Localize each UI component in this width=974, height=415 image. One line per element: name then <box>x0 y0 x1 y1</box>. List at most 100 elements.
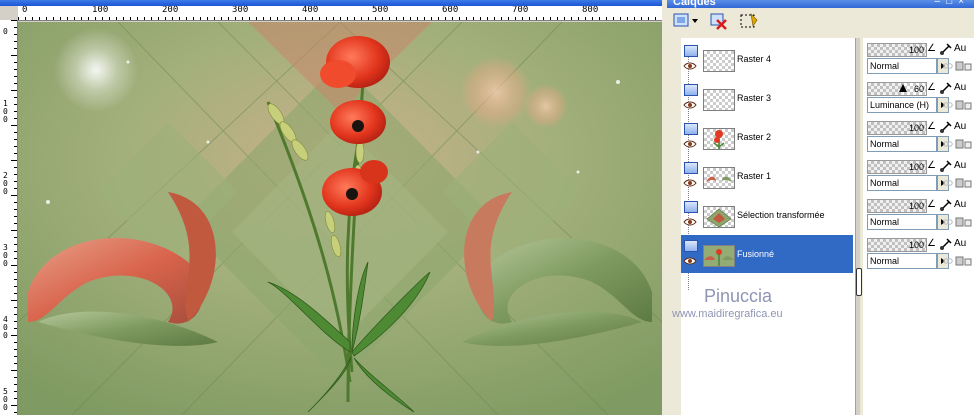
link-icon[interactable] <box>943 218 953 226</box>
layer-type-icon[interactable] <box>684 240 698 252</box>
blend-mode-select[interactable]: Normal <box>867 175 937 191</box>
link-icon[interactable] <box>943 179 953 187</box>
layer-type-icon[interactable] <box>684 162 698 174</box>
ruler-tick <box>11 230 17 231</box>
layer-row[interactable]: Raster 1 <box>681 157 853 195</box>
ruler-tick <box>438 17 439 20</box>
ruler-tick <box>599 17 600 20</box>
layer-row[interactable]: Raster 3 <box>681 79 853 117</box>
brush-icon[interactable] <box>939 42 953 56</box>
ruler-tick <box>14 76 17 77</box>
brush-icon[interactable] <box>939 198 953 212</box>
layer-row[interactable]: Sélection transformée <box>681 196 853 234</box>
layer-thumbnail[interactable] <box>703 50 735 72</box>
ruler-tick <box>165 17 166 20</box>
ruler-tick <box>403 17 404 20</box>
layer-thumbnail[interactable] <box>703 206 735 228</box>
layer-type-icon[interactable] <box>684 45 698 57</box>
au-label: Au <box>954 43 967 54</box>
ruler-tick <box>11 125 17 126</box>
opacity-knob[interactable] <box>899 84 907 92</box>
opacity-slider[interactable]: 60 <box>867 82 927 96</box>
lock-icon[interactable] <box>955 177 973 189</box>
ruler-label-h: 300 <box>232 6 249 15</box>
ruler-tick <box>291 17 292 20</box>
ruler-label-v: 300 <box>3 243 8 268</box>
mask-selection-icon[interactable] <box>739 12 759 30</box>
layer-name[interactable]: Raster 4 <box>737 54 771 64</box>
ruler-tick <box>14 181 17 182</box>
link-icon[interactable] <box>943 257 953 265</box>
blend-mode-select[interactable]: Normal <box>867 58 937 74</box>
blend-mode-select[interactable]: Normal <box>867 214 937 230</box>
ruler-tick <box>466 17 467 20</box>
opacity-slider[interactable]: 100 <box>867 43 927 57</box>
ruler-tick <box>14 328 17 329</box>
layer-thumbnail[interactable] <box>703 89 735 111</box>
ruler-tick <box>11 55 17 56</box>
ruler-tick <box>14 279 17 280</box>
ruler-tick <box>522 17 523 20</box>
opacity-slider[interactable]: 100 <box>867 121 927 135</box>
image-canvas[interactable] <box>18 22 662 415</box>
eye-icon[interactable] <box>683 101 697 109</box>
eye-icon[interactable] <box>683 257 697 265</box>
blend-mode-select[interactable]: Normal <box>867 253 937 269</box>
panel-titlebar[interactable]: Calques –□× <box>667 0 974 8</box>
layer-type-icon[interactable] <box>684 123 698 135</box>
ruler-tick <box>14 398 17 399</box>
brush-icon[interactable] <box>939 120 953 134</box>
layer-row[interactable]: Fusionné <box>681 235 853 273</box>
layer-name[interactable]: Sélection transformée <box>737 210 825 220</box>
ruler-tick <box>172 17 173 20</box>
layer-name[interactable]: Raster 3 <box>737 93 771 103</box>
layer-row[interactable]: Raster 4 <box>681 40 853 78</box>
link-icon[interactable] <box>943 101 953 109</box>
brush-icon[interactable] <box>939 81 953 95</box>
delete-layer-icon[interactable] <box>709 12 729 30</box>
brush-icon[interactable] <box>939 159 953 173</box>
eye-icon[interactable] <box>683 140 697 148</box>
ruler-tick <box>102 17 103 20</box>
lock-icon[interactable] <box>955 99 973 111</box>
new-layer-icon[interactable] <box>673 12 701 30</box>
eye-icon[interactable] <box>683 62 697 70</box>
opacity-slider[interactable]: 100 <box>867 238 927 252</box>
opacity-slider[interactable]: 100 <box>867 199 927 213</box>
ruler-tick <box>452 17 453 20</box>
blend-mode-select[interactable]: Normal <box>867 136 937 152</box>
lock-icon[interactable] <box>955 60 973 72</box>
panel-splitter[interactable] <box>855 38 860 415</box>
ruler-tick <box>515 17 516 20</box>
layer-thumbnail[interactable] <box>703 167 735 189</box>
lock-icon[interactable] <box>955 138 973 150</box>
ruler-tick <box>627 17 628 20</box>
link-icon[interactable] <box>943 62 953 70</box>
brush-icon[interactable] <box>939 237 953 251</box>
ruler-tick <box>18 17 19 20</box>
ruler-tick <box>249 17 250 20</box>
lock-icon[interactable] <box>955 216 973 228</box>
eye-icon[interactable] <box>683 179 697 187</box>
ruler-label-v: 200 <box>3 171 8 196</box>
layer-thumbnail[interactable] <box>703 245 735 267</box>
link-icon[interactable] <box>943 140 953 148</box>
layer-name[interactable]: Raster 1 <box>737 171 771 181</box>
layer-name[interactable]: Fusionné <box>737 249 774 259</box>
opacity-slider[interactable]: 100 <box>867 160 927 174</box>
layer-thumbnail[interactable] <box>703 128 735 150</box>
ruler-label-v: 100 <box>3 99 8 124</box>
panel-window-controls[interactable]: –□× <box>935 0 970 7</box>
ruler-tick <box>480 17 481 20</box>
ruler-label-h: 100 <box>92 6 109 15</box>
ruler-tick <box>564 17 565 20</box>
collapse-handle[interactable] <box>856 268 862 296</box>
layer-type-icon[interactable] <box>684 84 698 96</box>
ruler-tick <box>14 314 17 315</box>
eye-icon[interactable] <box>683 218 697 226</box>
blend-mode-select[interactable]: Luminance (H) <box>867 97 937 113</box>
layer-row[interactable]: Raster 2 <box>681 118 853 156</box>
layer-name[interactable]: Raster 2 <box>737 132 771 142</box>
layer-type-icon[interactable] <box>684 201 698 213</box>
lock-icon[interactable] <box>955 255 973 267</box>
